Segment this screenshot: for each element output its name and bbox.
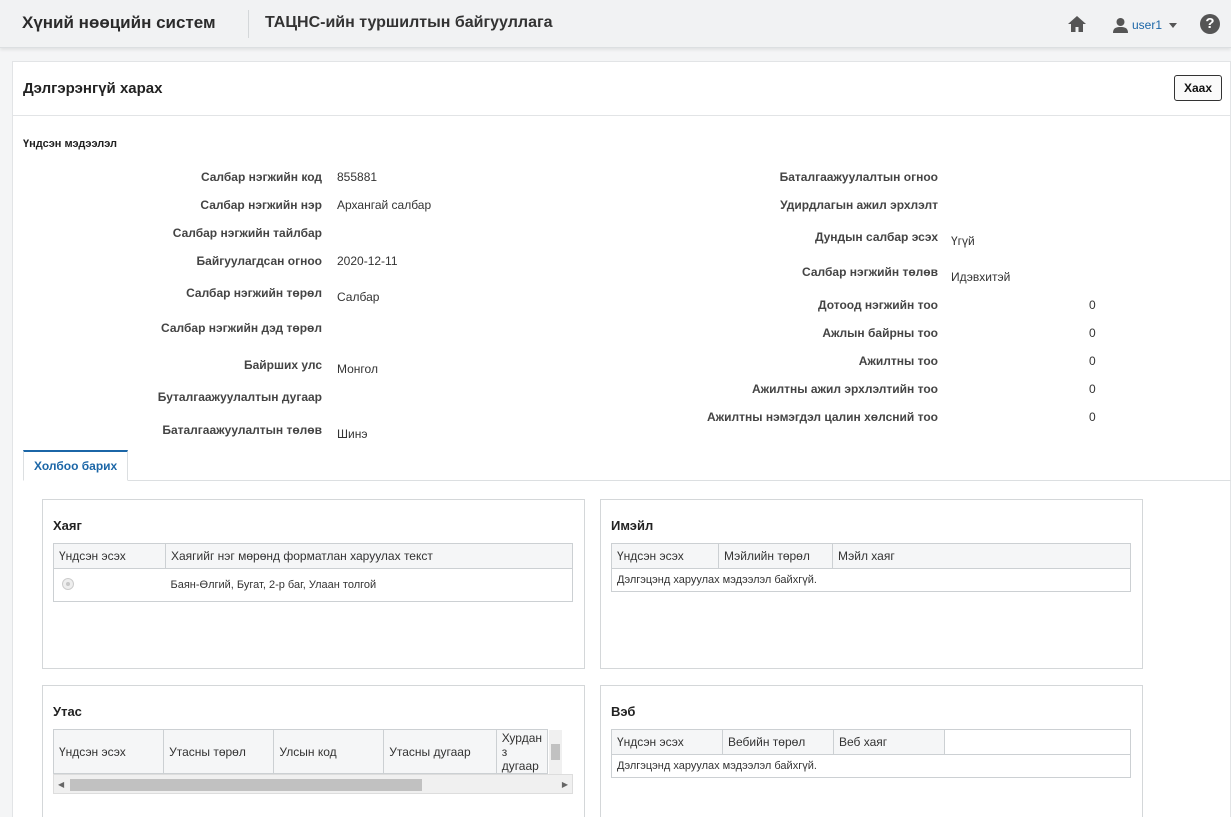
field-label: Дотоод нэгжийн тоо: [818, 298, 938, 312]
table-row: Дэлгэцэнд харуулах мэдээлэл байхгүй.: [612, 755, 1131, 778]
card-title: Имэйл: [611, 518, 654, 533]
email-card: Имэйл Үндсэн эсэх Мэйлийн төрөл Мэйл хая…: [600, 499, 1143, 669]
field-value: 0: [1089, 354, 1096, 368]
field-label: Буталгаажуулалтын дугаар: [157, 390, 322, 404]
scroll-thumb[interactable]: [551, 744, 560, 760]
field-value: 0: [1089, 326, 1096, 340]
field-label: Салбар нэгжийн тайлбар: [172, 226, 322, 240]
home-icon[interactable]: [1067, 14, 1087, 34]
primary-radio[interactable]: [62, 577, 74, 590]
field-value: 0: [1089, 410, 1096, 424]
field-value: 0: [1089, 382, 1096, 396]
field-value: 855881: [337, 170, 378, 184]
field-value: 2020-12-11: [337, 254, 398, 268]
column-header[interactable]: Хурдан з дугаар: [496, 729, 549, 774]
card-title: Вэб: [611, 704, 636, 719]
card-title: Хаяг: [53, 518, 82, 533]
field-value: Салбар: [337, 290, 380, 304]
chevron-down-icon: [1169, 23, 1178, 28]
user-name: user1: [1132, 18, 1163, 32]
field-value: Шинэ: [337, 427, 368, 441]
table-cell: Баян-Өлгий, Бугат, 2-р баг, Улаан толгой: [170, 579, 377, 591]
column-header[interactable]: Улсын код: [273, 729, 385, 774]
scroll-thumb[interactable]: [70, 779, 422, 791]
section-label: Үндсэн мэдээлэл: [23, 138, 118, 150]
field-label: Баталгаажуулалтын огноо: [779, 170, 938, 184]
web-card: Вэб Үндсэн эсэх Вебийн төрөл Веб хаяг Дэ…: [600, 685, 1143, 817]
field-label: Ажилтны тоо: [858, 354, 938, 368]
address-table: Үндсэн эсэх Хаягийг нэг мөрөнд форматлан…: [53, 543, 573, 602]
help-icon[interactable]: ?: [1200, 14, 1220, 34]
field-label: Салбар нэгжийн дэд төрөл: [161, 321, 322, 335]
field-label: Дундын салбар эсэх: [814, 230, 938, 244]
field-value: Монгол: [337, 362, 378, 376]
tab-strip: Холбоо барих: [23, 450, 1231, 481]
phone-card: Утас Үндсэн эсэх Утасны төрөл Улсын код …: [42, 685, 585, 817]
web-table: Үндсэн эсэх Вебийн төрөл Веб хаяг Дэлгэц…: [611, 729, 1131, 778]
vertical-scrollbar[interactable]: [549, 730, 562, 775]
column-header[interactable]: Хаягийг нэг мөрөнд форматлан харуулах те…: [165, 543, 573, 569]
top-bar: Хүний нөөцийн систем ТАЦНС-ийн туршилтын…: [0, 0, 1231, 48]
field-label: Салбар нэгжийн төлөв: [802, 265, 938, 279]
panel-header: Дэлгэрэнгүй харах Хаах: [13, 62, 1230, 116]
field-label: Удирдлагын ажил эрхлэлт: [780, 198, 938, 212]
column-header-filler: [944, 729, 1131, 755]
column-header[interactable]: Үндсэн эсэх: [611, 729, 723, 755]
page-title: Дэлгэрэнгүй харах: [23, 80, 163, 97]
field-label: Ажилтны ажил эрхлэлтийн тоо: [751, 382, 938, 396]
phone-table: Үндсэн эсэх Утасны төрөл Улсын код Утасн…: [53, 729, 549, 774]
address-card: Хаяг Үндсэн эсэх Хаягийг нэг мөрөнд форм…: [42, 499, 585, 669]
field-label: Салбар нэгжийн код: [200, 170, 322, 184]
card-title: Утас: [53, 704, 82, 719]
column-header[interactable]: Вебийн төрөл: [722, 729, 834, 755]
column-header[interactable]: Үндсэн эсэх: [53, 729, 165, 774]
field-label: Баталгаажуулалтын төлөв: [162, 423, 322, 437]
scroll-right-icon[interactable]: ▶: [562, 780, 568, 789]
horizontal-scrollbar[interactable]: ◀ ▶: [53, 774, 573, 794]
title-divider: [248, 10, 249, 38]
detail-panel: Дэлгэрэнгүй харах Хаах Үндсэн мэдээлэл С…: [12, 61, 1231, 817]
user-icon: [1113, 17, 1128, 33]
table-cell[interactable]: [54, 569, 166, 602]
empty-message: Дэлгэцэнд харуулах мэдээлэл байхгүй.: [617, 574, 817, 586]
tab-contact[interactable]: Холбоо барих: [23, 450, 129, 481]
table-row: Дэлгэцэнд харуулах мэдээлэл байхгүй.: [612, 569, 1131, 592]
close-button[interactable]: Хаах: [1174, 75, 1222, 101]
org-title: ТАЦНС-ийн туршилтын байгууллага: [265, 14, 553, 31]
field-label: Байрших улс: [243, 358, 322, 372]
empty-message: Дэлгэцэнд харуулах мэдээлэл байхгүй.: [617, 760, 817, 772]
field-value: Архангай салбар: [337, 198, 432, 212]
field-value: Идэвхитэй: [951, 270, 1011, 284]
user-menu[interactable]: user1: [1112, 14, 1178, 36]
field-label: Байгуулагдсан огноо: [196, 254, 322, 268]
field-label: Салбар нэгжийн нэр: [200, 198, 322, 212]
column-header[interactable]: Утасны төрөл: [163, 729, 275, 774]
column-header[interactable]: Мэйлийн төрөл: [718, 543, 833, 569]
field-label: Ажлын байрны тоо: [822, 326, 938, 340]
app-title: Хүний нөөцийн систем: [22, 13, 216, 32]
column-header[interactable]: Мэйл хаяг: [832, 543, 1131, 569]
column-header[interactable]: Утасны дугаар: [383, 729, 497, 774]
column-header[interactable]: Үндсэн эсэх: [611, 543, 719, 569]
column-header[interactable]: Веб хаяг: [833, 729, 945, 755]
column-header[interactable]: Үндсэн эсэх: [53, 543, 166, 569]
scroll-left-icon[interactable]: ◀: [58, 780, 64, 789]
field-value: Үгүй: [951, 234, 975, 248]
field-label: Ажилтны нэмэгдэл цалин хөлсний тоо: [706, 410, 938, 424]
field-value: 0: [1089, 298, 1096, 312]
email-table: Үндсэн эсэх Мэйлийн төрөл Мэйл хаяг Дэлг…: [611, 543, 1131, 592]
table-row[interactable]: Баян-Өлгий, Бугат, 2-р баг, Улаан толгой: [54, 569, 573, 602]
field-label: Салбар нэгжийн төрөл: [186, 286, 322, 300]
